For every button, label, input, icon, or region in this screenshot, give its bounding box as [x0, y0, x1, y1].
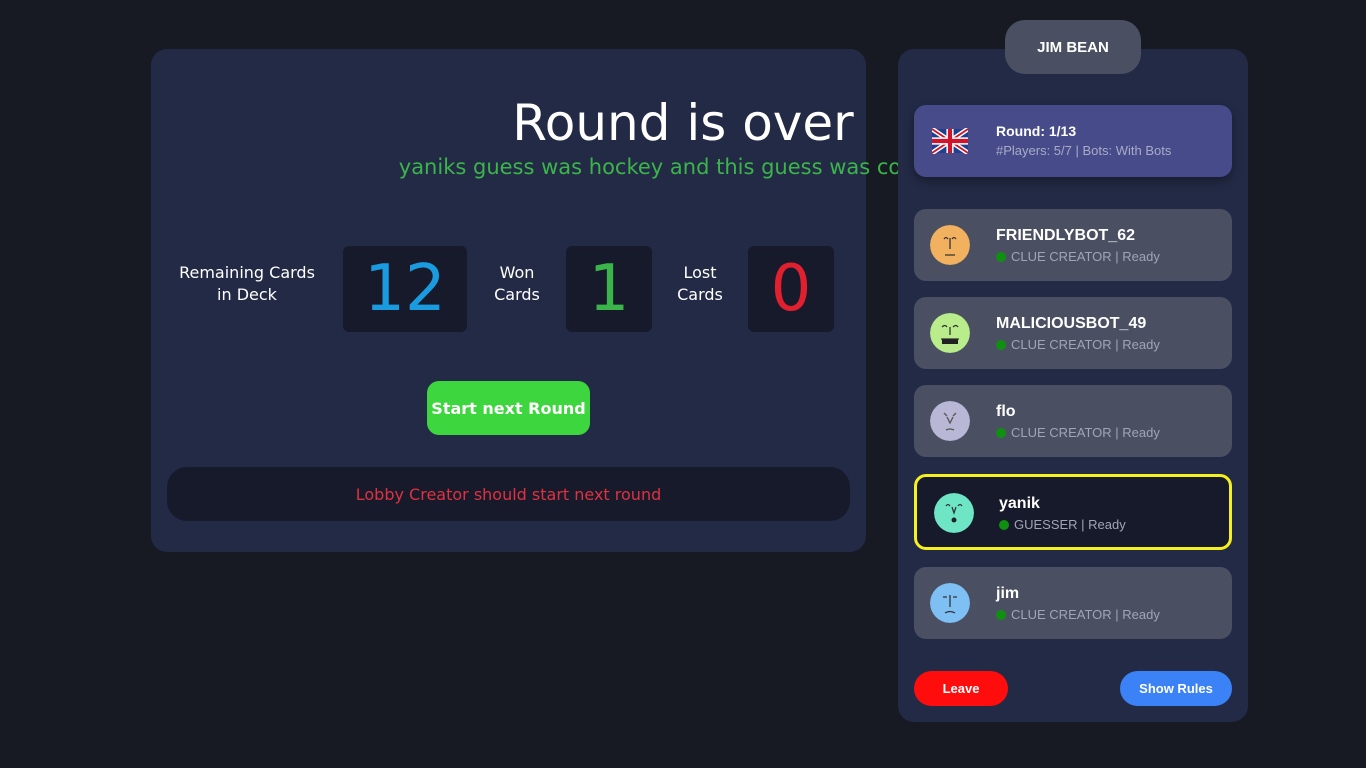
won-cards-value: 1: [566, 246, 652, 332]
player-status-text: CLUE CREATOR | Ready: [1011, 425, 1160, 440]
player-name: FRIENDLYBOT_62: [996, 227, 1135, 244]
start-next-round-button[interactable]: Start next Round: [427, 381, 590, 435]
leave-button[interactable]: Leave: [914, 671, 1008, 706]
remaining-cards-value: 12: [343, 246, 467, 332]
show-rules-button[interactable]: Show Rules: [1120, 671, 1232, 706]
player-status: CLUE CREATOR | Ready: [996, 249, 1160, 264]
lost-cards-label: Lost Cards: [677, 263, 723, 304]
player-status: CLUE CREATOR | Ready: [996, 607, 1160, 622]
player-card: MALICIOUSBOT_49 CLUE CREATOR | Ready: [914, 297, 1232, 369]
user-avatar-icon: [934, 493, 974, 533]
remaining-cards-label: Remaining Cards in Deck: [179, 263, 315, 304]
player-name: flo: [996, 403, 1016, 420]
player-name: jim: [996, 585, 1020, 602]
player-card-active: yanik GUESSER | Ready: [914, 474, 1232, 550]
ready-status-icon: [996, 339, 1006, 350]
player-name: MALICIOUSBOT_49: [996, 315, 1147, 332]
player-status-text: CLUE CREATOR | Ready: [1011, 249, 1160, 264]
player-status-text: CLUE CREATOR | Ready: [1011, 607, 1160, 622]
user-avatar-icon: [930, 401, 970, 441]
bot-avatar-icon: [930, 225, 970, 265]
lobby-info: #Players: 5/7 | Bots: With Bots: [996, 143, 1172, 158]
user-avatar-icon: [930, 583, 970, 623]
player-card: FRIENDLYBOT_62 CLUE CREATOR | Ready: [914, 209, 1232, 281]
round-counter: Round: 1/13: [996, 123, 1077, 139]
app-root: Round is over yaniks guess was hockey an…: [0, 0, 1366, 768]
player-status-text: CLUE CREATOR | Ready: [1011, 337, 1160, 352]
lost-cards-value: 0: [748, 246, 834, 332]
player-status-text: GUESSER | Ready: [1014, 517, 1126, 532]
bot-avatar-icon: [930, 313, 970, 353]
player-status: CLUE CREATOR | Ready: [996, 337, 1160, 352]
ready-status-icon: [996, 427, 1006, 438]
current-player-tag: JIM BEAN: [1005, 20, 1141, 74]
player-status: CLUE CREATOR | Ready: [996, 425, 1160, 440]
ready-status-icon: [999, 519, 1009, 530]
player-card: flo CLUE CREATOR | Ready: [914, 385, 1232, 457]
won-cards-label: Won Cards: [494, 263, 540, 304]
player-card: jim CLUE CREATOR | Ready: [914, 567, 1232, 639]
uk-flag-icon: [932, 128, 968, 154]
ready-status-icon: [996, 251, 1006, 262]
round-info-card: Round: 1/13 #Players: 5/7 | Bots: With B…: [914, 105, 1232, 177]
lobby-creator-notice: Lobby Creator should start next round: [167, 467, 850, 521]
ready-status-icon: [996, 609, 1006, 620]
player-status: GUESSER | Ready: [999, 517, 1126, 532]
player-name: yanik: [999, 495, 1040, 512]
